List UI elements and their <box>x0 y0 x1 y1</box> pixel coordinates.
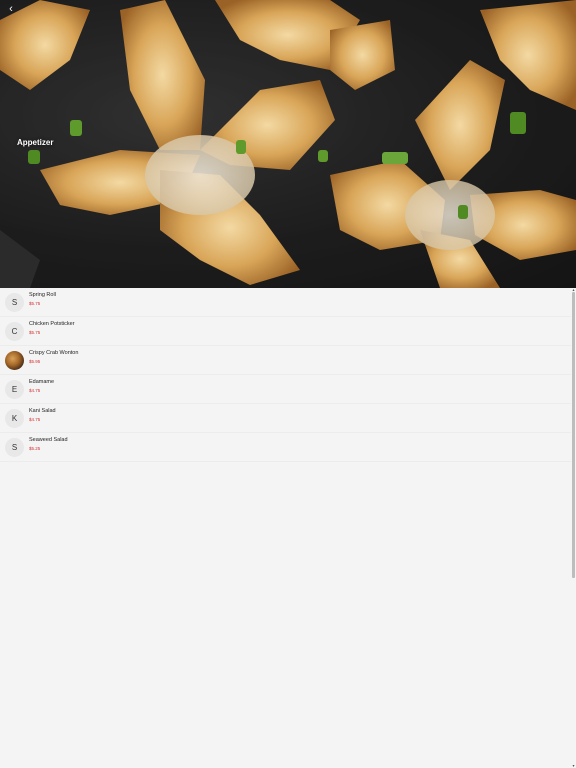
scroll-down-arrow-icon[interactable]: ▾ <box>571 764 576 768</box>
item-price: $4.75 <box>29 417 41 422</box>
crab-wonton-photo <box>0 0 576 288</box>
scrollbar-thumb[interactable] <box>572 292 575 578</box>
list-item[interactable]: S Spring Roll $5.75 <box>0 288 571 317</box>
vertical-scrollbar[interactable]: ▴ ▾ <box>571 288 576 768</box>
item-photo-avatar <box>5 351 24 370</box>
list-item[interactable]: S Seaweed Salad $5.25 <box>0 433 571 462</box>
item-name: Crispy Crab Wonton <box>29 350 79 356</box>
category-title: Appetizer <box>17 138 54 147</box>
item-avatar: S <box>5 438 24 457</box>
item-name: Chicken Potsticker <box>29 321 75 327</box>
item-avatar: C <box>5 322 24 341</box>
item-price: $5.95 <box>29 359 41 364</box>
item-name: Seaweed Salad <box>29 437 68 443</box>
category-hero-image: ‹ Appetizer <box>0 0 576 288</box>
item-avatar: K <box>5 409 24 428</box>
item-price: $4.75 <box>29 388 41 393</box>
item-price: $5.75 <box>29 330 41 335</box>
list-item[interactable]: Crispy Crab Wonton $5.95 <box>0 346 571 375</box>
item-price: $5.75 <box>29 301 41 306</box>
list-item[interactable]: E Edamame $4.75 <box>0 375 571 404</box>
list-item[interactable]: C Chicken Potsticker $5.75 <box>0 317 571 346</box>
item-avatar: E <box>5 380 24 399</box>
item-name: Spring Roll <box>29 292 56 298</box>
item-name: Edamame <box>29 379 55 385</box>
item-price: $5.25 <box>29 446 41 451</box>
list-item[interactable]: K Kani Salad $4.75 <box>0 404 571 433</box>
item-name: Kani Salad <box>29 408 56 414</box>
back-icon[interactable]: ‹ <box>4 2 18 16</box>
menu-item-list: S Spring Roll $5.75 C Chicken Potsticker… <box>0 288 571 578</box>
item-avatar: S <box>5 293 24 312</box>
